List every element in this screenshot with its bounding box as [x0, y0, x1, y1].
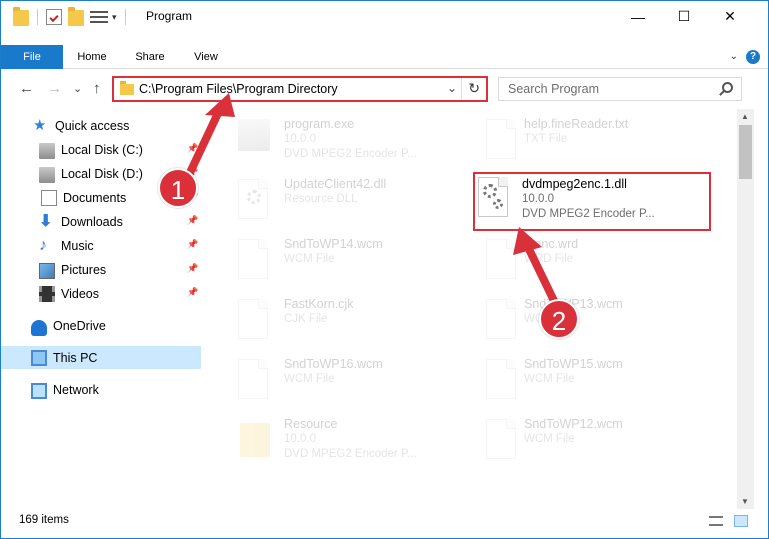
annotation-arrows — [183, 93, 561, 311]
file-explorer-window: ▾ Program — ☐ ✕ File Home Share View ⌄ ?… — [0, 0, 769, 539]
arrow-2-shaft — [523, 241, 561, 311]
arrow-1-shaft — [183, 105, 224, 183]
step-2-badge: 2 — [539, 299, 579, 339]
arrow-2-head — [513, 227, 542, 255]
step-1-badge: 1 — [158, 168, 198, 208]
arrow-1-head — [205, 93, 235, 117]
